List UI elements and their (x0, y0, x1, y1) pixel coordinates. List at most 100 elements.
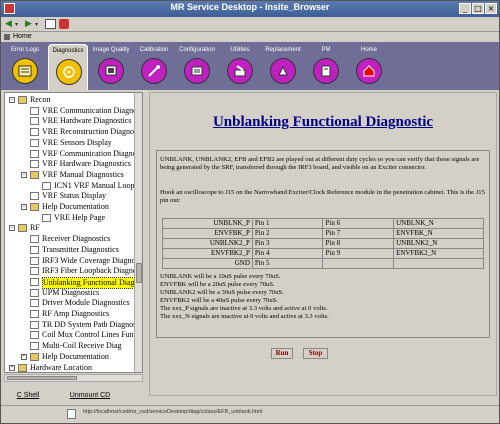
nav-tab-pm[interactable]: PM (306, 44, 346, 90)
nav-tab-diagnostics[interactable]: Diagnostics (48, 44, 88, 90)
nav-tab-home[interactable]: Home (349, 44, 389, 90)
tree-item-label: ICN1 VRF Manual Loopback (54, 180, 143, 190)
tree-item-label: RF (30, 223, 40, 233)
tree-item-label: IRF3 Fiber Loopback Diagnostic (42, 266, 143, 276)
status-bar: http://localhost/csd/mr_csd/serviceDeskt… (1, 405, 499, 423)
tree-item-label: UPM Diagnostics (42, 287, 100, 297)
nav-tab-error-logs[interactable]: Error Logs (5, 44, 45, 90)
back-arrow-icon[interactable]: ◀ (5, 19, 12, 30)
document-icon (30, 235, 39, 244)
tree-item-label: RF Amp Diagnostics (42, 309, 110, 318)
folder-icon (18, 224, 27, 233)
tree-item-label: Transmitter Diagnostics (42, 244, 119, 254)
image-quality-icon[interactable] (98, 58, 124, 84)
document-icon (30, 320, 39, 329)
minimize-button[interactable]: _ (459, 3, 471, 14)
nav-bar: Error Logs Diagnostics Image Quality Calibr… (1, 42, 499, 90)
nav-tab-label: Replacement (265, 47, 301, 53)
pinout-cell: UNBLNK2_P (162, 238, 253, 249)
pinout-table: UNBLNK_P Pin 1 Pin 6 UNBLNK_N ENVFBK_P Pin 2P… (162, 218, 484, 269)
calibration-icon[interactable] (141, 58, 167, 84)
document-icon (30, 192, 39, 201)
tree-item-label: Receiver Diagnostics (42, 234, 111, 244)
home-link[interactable]: Home (13, 32, 32, 42)
home-small-icon[interactable] (4, 34, 10, 40)
configuration-icon[interactable] (184, 58, 210, 84)
pm-icon[interactable] (313, 58, 339, 84)
expand-icon[interactable]: + (21, 353, 27, 360)
pinout-cell: Pin 3 (251, 238, 324, 249)
back-dropdown-icon[interactable]: ▾ (15, 19, 18, 30)
pinout-cell (322, 258, 395, 269)
pinout-row: ENVFBK2_P Pin 4 Pin 9 ENVFBK2_N (162, 248, 484, 259)
tree-item-label: VRF Hardware Diagnostics (42, 159, 131, 169)
c-shell-button[interactable]: C Shell (8, 390, 48, 402)
hookup-paragraph: Hook an oscilloscope to J15 on the Narro… (160, 189, 485, 204)
stethoscope-icon[interactable] (56, 59, 82, 85)
replacement-icon[interactable] (270, 58, 296, 84)
nav-tab-label: Calibration (139, 47, 169, 53)
nav-tab-label: Configuration (179, 47, 215, 53)
tree-item-label: Multi-Coil Receive Diag (42, 341, 122, 351)
window-title: MR Service Desktop - Insite_Browser (170, 2, 330, 12)
pinout-cell: Pin 5 (251, 258, 324, 269)
document-icon (30, 138, 39, 147)
nav-tab-label: Diagnostics (52, 48, 84, 54)
collapse-icon[interactable]: - (21, 204, 27, 210)
folder-icon (30, 203, 39, 211)
collapse-icon[interactable]: - (21, 171, 27, 178)
close-button[interactable]: × (485, 3, 497, 14)
pinout-cell: ENVFBK2_P (162, 248, 253, 259)
document-icon (30, 149, 39, 158)
stop-icon[interactable] (59, 19, 69, 29)
intro-paragraph: UNBLANK, UNBLANK2, EFB and EFB2 are play… (160, 156, 480, 171)
folder-icon (30, 352, 39, 361)
tree-item-label: VRE Communication Diagnostic (42, 105, 143, 115)
nav-tab-calibration[interactable]: Calibration (134, 44, 174, 90)
home-bar: Home (1, 32, 499, 42)
page-icon (67, 409, 76, 419)
unmount-cd-button[interactable]: Unmount CD (60, 390, 120, 402)
folder-icon (30, 170, 39, 179)
tree-hscrollbar-thumb[interactable] (7, 376, 77, 380)
maximize-button[interactable]: □ (472, 3, 484, 14)
nav-tab-image-quality[interactable]: Image Quality (91, 44, 131, 90)
home-icon[interactable] (356, 58, 382, 84)
title-bar: MR Service Desktop - Insite_Browser _ □ … (1, 1, 499, 17)
forward-arrow-icon[interactable]: ▶ (25, 19, 32, 30)
document-icon (30, 245, 39, 254)
pinout-row: GND Pin 5 (162, 258, 484, 269)
print-icon[interactable] (45, 19, 56, 29)
navigation-tree: - Recon VRE Communication Diagnostic VRE Ha… (4, 92, 143, 373)
tree-item-label: Driver Module Diagnostics (42, 298, 130, 308)
folder-icon (18, 363, 27, 372)
expand-icon[interactable]: + (9, 364, 15, 371)
pinout-cell (393, 258, 484, 269)
document-icon (30, 342, 39, 351)
note-line: ENVFBK will be a 20uS pulse every 70uS. (160, 281, 275, 288)
log-icon[interactable] (12, 58, 38, 84)
tree-item-label: Help Documentation (42, 202, 109, 211)
collapse-icon[interactable]: - (9, 225, 15, 232)
note-line: UNBLANK2 will be a 30uS pulse every 70uS… (160, 289, 284, 296)
stop-button[interactable]: Stop (303, 348, 328, 359)
run-button[interactable]: Run (271, 348, 293, 359)
pinout-cell: ENVFBK_P (162, 228, 253, 239)
tree-scrollbar[interactable] (134, 93, 142, 372)
pinout-row: UNBLNK2_P Pin 3 Pin 8 UNBLNK2_N (162, 238, 484, 249)
tree-hscrollbar[interactable] (4, 374, 143, 382)
pinout-cell: ENVFBK_N (393, 228, 484, 239)
utilities-icon[interactable] (227, 58, 253, 84)
nav-tab-label: Image Quality (92, 47, 130, 53)
tree-scrollbar-thumb[interactable] (136, 263, 142, 283)
document-icon (30, 117, 39, 126)
collapse-icon[interactable]: - (9, 97, 15, 103)
nav-tab-configuration[interactable]: Configuration (177, 44, 217, 90)
nav-tab-replacement[interactable]: Replacement (263, 44, 303, 90)
nav-tab-label: Error Logs (10, 47, 39, 53)
tree-item-label: TR DD System Path Diagnostic (42, 319, 143, 329)
forward-dropdown-icon[interactable]: ▾ (35, 19, 38, 30)
nav-tab-utilities[interactable]: Utilities (220, 44, 260, 90)
pinout-cell: Pin 8 (322, 238, 395, 249)
note-line: ENVFBK2 will be a 40uS pulse every 70uS. (160, 297, 278, 304)
